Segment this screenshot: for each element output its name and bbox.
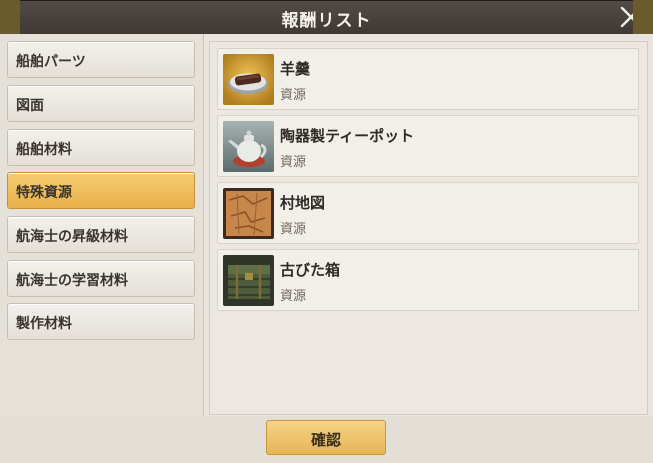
sidebar-item-ship-materials[interactable]: 船舶材料	[7, 129, 195, 166]
item-name: 村地図	[280, 194, 326, 212]
title-bar: 報酬リスト	[0, 0, 653, 34]
yokan-icon	[223, 54, 274, 105]
close-icon[interactable]	[619, 5, 643, 29]
list-item[interactable]: 陶器製ティーポット 資源	[217, 115, 639, 177]
item-category: 資源	[280, 88, 307, 103]
village-map-icon	[223, 188, 274, 239]
item-category: 資源	[280, 222, 307, 237]
sidebar-item-special-resources[interactable]: 特殊資源	[7, 172, 195, 209]
list-item[interactable]: 村地図 資源	[217, 182, 639, 244]
window-title: 報酬リスト	[281, 11, 372, 31]
confirm-button[interactable]: 確認	[266, 420, 386, 455]
sidebar-item-ship-parts[interactable]: 船舶パーツ	[7, 41, 195, 78]
item-category: 資源	[280, 289, 307, 304]
item-name: 古びた箱	[280, 261, 341, 279]
list-item[interactable]: 古びた箱 資源	[217, 249, 639, 311]
sidebar-item-label: 製作材料	[16, 316, 72, 332]
item-name: 羊羹	[280, 60, 311, 78]
teapot-icon	[223, 121, 274, 172]
sidebar-item-label: 特殊資源	[16, 185, 72, 201]
sidebar-item-navigator-promotion-materials[interactable]: 航海士の昇級材料	[7, 216, 195, 253]
list-item[interactable]: 羊羹 資源	[217, 48, 639, 110]
category-sidebar: 船舶パーツ 図面 船舶材料 特殊資源 航海士の昇級材料 航海士の学習材料 製作材…	[0, 34, 204, 416]
sidebar-item-navigator-study-materials[interactable]: 航海士の学習材料	[7, 260, 195, 297]
sidebar-item-label: 図面	[16, 98, 44, 114]
sidebar-item-label: 船舶パーツ	[16, 54, 86, 70]
reward-list: 羊羹 資源 陶器製ティーポット 資源 村地図 資源 古びた箱 資源	[209, 41, 648, 415]
item-category: 資源	[280, 155, 307, 170]
confirm-button-label: 確認	[310, 431, 341, 449]
sidebar-item-crafting-materials[interactable]: 製作材料	[7, 303, 195, 340]
sidebar-item-label: 船舶材料	[16, 142, 72, 158]
item-name: 陶器製ティーポット	[280, 127, 415, 145]
sidebar-item-label: 航海士の学習材料	[16, 273, 128, 289]
sidebar-item-blueprints[interactable]: 図面	[7, 85, 195, 122]
old-box-icon	[223, 255, 274, 306]
reward-list-window: 報酬リスト 船舶パーツ 図面 船舶材料 特殊資源 航海士の昇級材料 航海士の学習…	[0, 0, 653, 463]
sidebar-item-label: 航海士の昇級材料	[16, 229, 128, 245]
